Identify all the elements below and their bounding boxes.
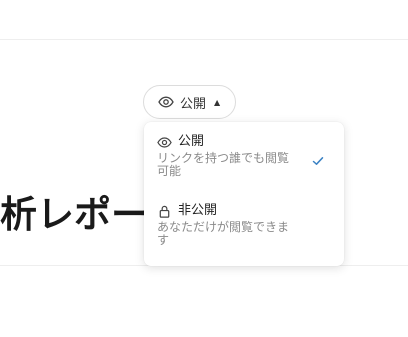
lock-icon [157, 204, 172, 219]
option-private[interactable]: 非公開 あなただけが閲覧できます [144, 203, 344, 263]
option-public-description: リンクを持つ誰でも閲覧可能 [157, 151, 290, 178]
eye-icon [157, 135, 172, 150]
option-private-description: あなただけが閲覧できます [157, 220, 290, 247]
option-public-label: 公開 [178, 134, 205, 149]
page: 析レポー 公開 ▲ 公開 リンクを持つ誰でも閲覧可能 非公開 あなただけが閲覧で… [0, 0, 408, 337]
caret-up-icon: ▲ [214, 97, 221, 107]
top-divider [0, 39, 408, 40]
visibility-dropdown: 公開 リンクを持つ誰でも閲覧可能 非公開 あなただけが閲覧できます [144, 122, 344, 266]
option-public-header: 公開 [157, 134, 204, 150]
eye-icon [158, 94, 174, 110]
option-private-label: 非公開 [178, 203, 218, 218]
option-public[interactable]: 公開 リンクを持つ誰でも閲覧可能 [144, 134, 344, 194]
visibility-button-label: 公開 [180, 96, 207, 112]
document-title: 析レポー [0, 193, 148, 236]
option-private-header: 非公開 [157, 203, 217, 219]
visibility-toggle-button[interactable]: 公開 ▲ [143, 85, 236, 119]
check-icon [311, 153, 325, 167]
